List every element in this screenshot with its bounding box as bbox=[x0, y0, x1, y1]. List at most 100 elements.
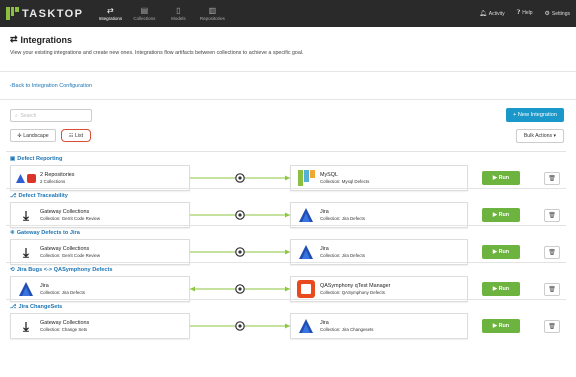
integration-title[interactable]: ⎇ Defect Traceability bbox=[10, 193, 68, 199]
nav-repositories-label: Repositories bbox=[199, 16, 225, 21]
source-name: Jira bbox=[40, 283, 49, 289]
gateway-icon: ⤓ bbox=[23, 318, 29, 334]
nav-repositories[interactable]: ▥ Repositories bbox=[195, 0, 229, 27]
page-title-text: Integrations bbox=[20, 34, 73, 45]
divider bbox=[6, 262, 566, 263]
integration-title-text: Defect Reporting bbox=[17, 156, 63, 162]
flow-connector bbox=[190, 247, 290, 257]
page-title: ⇄ Integrations bbox=[10, 34, 566, 45]
defect-reporting-icon: ▣ bbox=[10, 156, 16, 162]
jira-icon bbox=[296, 205, 316, 225]
source-name: Gateway Collections bbox=[40, 320, 90, 326]
play-icon: ▶ bbox=[492, 323, 498, 329]
new-integration-button[interactable]: + New Integration bbox=[506, 108, 564, 122]
target-sub: Collection: QASymphony Defects bbox=[320, 290, 385, 295]
tasktop-logo-icon bbox=[6, 7, 20, 20]
source-name: Gateway Collections bbox=[40, 209, 90, 215]
integration-row: ⁜ Gateway Defects to Jira ⤓ Gateway Coll… bbox=[0, 225, 576, 265]
page-description: View your existing integrations and crea… bbox=[10, 50, 304, 56]
source-name: Gateway Collections bbox=[40, 246, 90, 252]
list-button[interactable]: ☷ List bbox=[61, 129, 91, 142]
gateway-icon: ⤓ bbox=[23, 244, 29, 260]
delete-button[interactable]: 🗑︎ bbox=[544, 283, 560, 296]
integrations-icon: ⇄ bbox=[106, 6, 114, 15]
integration-title[interactable]: ▣ Defect Reporting bbox=[10, 156, 62, 162]
play-icon: ▶ bbox=[492, 175, 498, 181]
run-button[interactable]: ▶ Run bbox=[482, 245, 520, 259]
jira-icon bbox=[16, 279, 36, 299]
delete-button[interactable]: 🗑︎ bbox=[544, 320, 560, 333]
gateway-icon: ⤓ bbox=[23, 207, 29, 223]
settings-link[interactable]: ⚙ Settings bbox=[545, 10, 570, 17]
run-label: Run bbox=[498, 249, 510, 255]
nav-models-label: Models bbox=[171, 16, 186, 21]
jira-icon bbox=[296, 242, 316, 262]
run-button[interactable]: ▶ Run bbox=[482, 208, 520, 222]
nav-integrations[interactable]: ⇄ Integrations bbox=[93, 0, 127, 27]
integration-title[interactable]: ⁜ Gateway Defects to Jira bbox=[10, 230, 80, 236]
run-button[interactable]: ▶ Run bbox=[482, 171, 520, 185]
traceability-icon: ⎇ bbox=[10, 193, 17, 199]
bulk-actions-button[interactable]: Bulk Actions ▾ bbox=[516, 129, 564, 143]
settings-label: Settings bbox=[551, 11, 570, 17]
delete-button[interactable]: 🗑︎ bbox=[544, 209, 560, 222]
target-sub: Collection: Mysql Defects bbox=[320, 179, 370, 184]
flow-connector bbox=[190, 284, 290, 294]
target-name: MySQL bbox=[320, 172, 338, 178]
bell-icon: 🔔︎ bbox=[479, 11, 487, 17]
top-navbar: TASKTOP ⇄ Integrations ▤ Collections ▯ M… bbox=[0, 0, 576, 27]
integration-title[interactable]: ⟲ Jira Bugs <-> QASymphony Defects bbox=[10, 267, 112, 273]
integrations-title-icon: ⇄ bbox=[10, 34, 18, 44]
integration-title[interactable]: ⎇ Jira ChangeSets bbox=[10, 304, 62, 310]
nav-collections[interactable]: ▤ Collections bbox=[127, 0, 161, 27]
play-icon: ▶ bbox=[492, 212, 498, 218]
help-link[interactable]: ❓︎ Help bbox=[517, 10, 533, 17]
trash-icon: 🗑︎ bbox=[548, 176, 556, 182]
run-button[interactable]: ▶ Run bbox=[482, 319, 520, 333]
target-sub: Collection: Jira Defects bbox=[320, 253, 365, 258]
flow-connector bbox=[190, 210, 290, 220]
integration-row: ⎇ Jira ChangeSets ⤓ Gateway Collections … bbox=[0, 299, 576, 339]
nav-integrations-label: Integrations bbox=[98, 16, 123, 21]
bulk-actions-label: Bulk Actions bbox=[523, 133, 553, 139]
search-placeholder: Search bbox=[20, 113, 37, 119]
divider bbox=[6, 151, 566, 152]
top-right-menu: 🔔︎ Activity ❓︎ Help ⚙ Settings bbox=[479, 0, 570, 27]
page-header: ⇄ Integrations View your existing integr… bbox=[0, 27, 576, 72]
source-sub: Collection: Gerrit Code Review bbox=[40, 216, 101, 221]
run-button[interactable]: ▶ Run bbox=[482, 282, 520, 296]
source-collection-card[interactable]: ⤓ Gateway Collections Collection: Change… bbox=[10, 313, 190, 339]
source-sub: 2 Collections bbox=[40, 179, 66, 184]
play-icon: ▶ bbox=[492, 249, 498, 255]
delete-button[interactable]: 🗑︎ bbox=[544, 246, 560, 259]
landscape-icon: ✣ bbox=[17, 132, 22, 139]
integration-row: ▣ Defect Reporting 2 Repositories 2 Coll… bbox=[0, 151, 576, 191]
back-link-label: Back to Integration Configuration bbox=[11, 82, 92, 89]
landscape-label: Landscape bbox=[23, 132, 49, 139]
source-sub: Collection: Jira Defects bbox=[40, 290, 85, 295]
trash-icon: 🗑︎ bbox=[548, 213, 556, 219]
target-name: Jira bbox=[320, 246, 329, 252]
tasktop-icon bbox=[296, 168, 316, 188]
integration-title-text: Gateway Defects to Jira bbox=[16, 230, 80, 236]
delete-button[interactable]: 🗑︎ bbox=[544, 172, 560, 185]
qasymphony-icon bbox=[296, 279, 316, 299]
activity-label: Activity bbox=[488, 11, 505, 17]
integration-list: ▣ Defect Reporting 2 Repositories 2 Coll… bbox=[0, 151, 576, 377]
target-collection-card[interactable]: Jira Collection: Jira Changesets bbox=[290, 313, 468, 339]
back-link[interactable]: ‹Back to Integration Configuration bbox=[10, 83, 92, 89]
multi-repo-icon bbox=[16, 168, 36, 188]
changesets-icon: ⎇ bbox=[10, 304, 17, 310]
activity-link[interactable]: 🔔︎ Activity bbox=[479, 10, 504, 17]
logo-text: TASKTOP bbox=[22, 7, 84, 20]
help-icon: ❓︎ bbox=[516, 10, 521, 16]
trash-icon: 🗑︎ bbox=[548, 250, 556, 256]
target-name: Jira bbox=[320, 209, 329, 215]
nav-models[interactable]: ▯ Models bbox=[161, 0, 195, 27]
list-icon: ☷ bbox=[68, 132, 74, 139]
search-input[interactable]: ⌕ Search bbox=[10, 109, 92, 122]
run-label: Run bbox=[498, 175, 510, 181]
landscape-button[interactable]: ✣ Landscape bbox=[10, 129, 56, 142]
integration-title-text: Jira ChangeSets bbox=[18, 304, 63, 310]
tasktop-logo[interactable]: TASKTOP bbox=[6, 7, 83, 20]
